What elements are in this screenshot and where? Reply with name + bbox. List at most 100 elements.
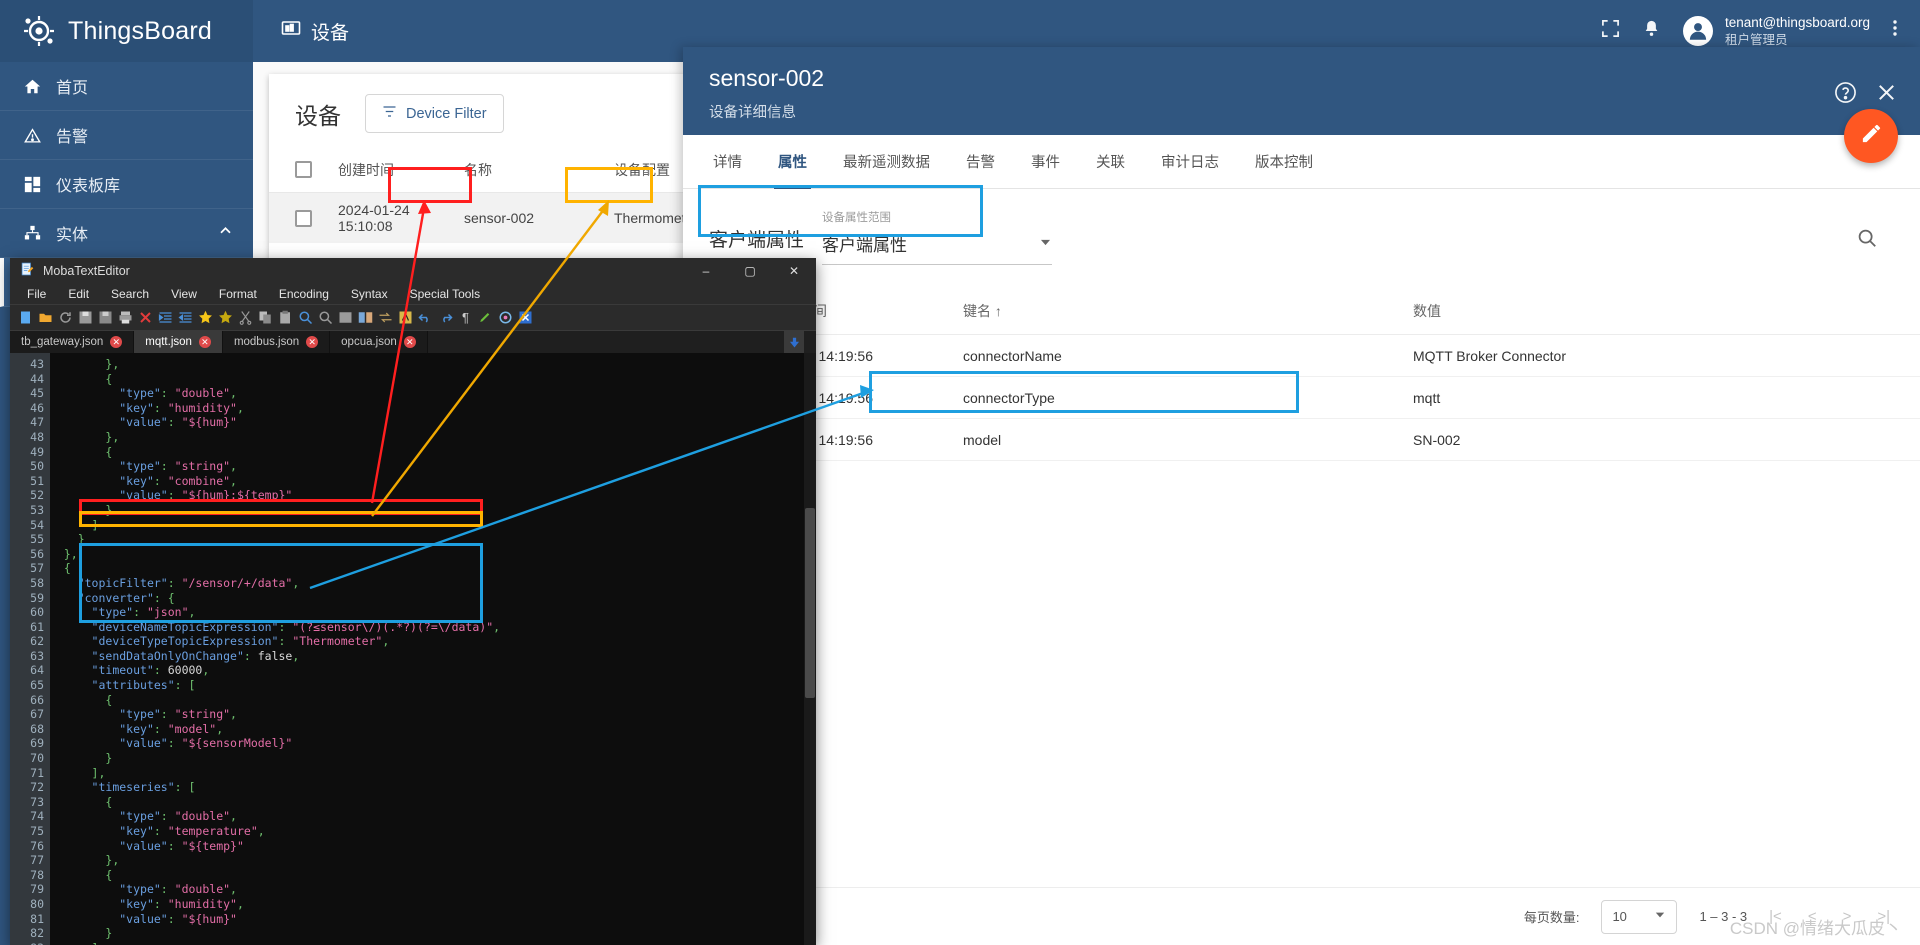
- window-titlebar[interactable]: MobaTextEditor – ▢ ✕: [10, 258, 816, 283]
- column-created[interactable]: 创建时间: [312, 160, 464, 180]
- user-menu[interactable]: tenant@thingsboard.org 租户管理员: [1682, 14, 1870, 48]
- swap-icon[interactable]: [377, 309, 394, 326]
- code-scrollbar-thumb[interactable]: [805, 508, 815, 698]
- color-picker-icon[interactable]: [497, 309, 514, 326]
- zoom-icon[interactable]: [317, 309, 334, 326]
- minimize-button[interactable]: –: [684, 258, 728, 283]
- sidebar-item-alarms[interactable]: 告警: [0, 111, 253, 160]
- maximize-button[interactable]: ▢: [728, 258, 772, 283]
- cell-value: mqtt: [1413, 389, 1441, 406]
- watermark: CSDN @情绪大瓜皮丶: [1729, 919, 1902, 938]
- file-tab[interactable]: modbus.json ✕: [222, 331, 331, 353]
- tab-alarms[interactable]: 告警: [948, 135, 1013, 188]
- close-button[interactable]: ✕: [772, 258, 816, 283]
- tab-details[interactable]: 详情: [695, 135, 760, 188]
- page-size-select[interactable]: 10: [1601, 899, 1678, 934]
- menu-edit[interactable]: Edit: [57, 287, 100, 301]
- select-block-icon[interactable]: [337, 309, 354, 326]
- open-folder-icon[interactable]: [37, 309, 54, 326]
- copy-icon[interactable]: [257, 309, 274, 326]
- edit-fab-button[interactable]: [1844, 109, 1898, 163]
- close-tab-icon[interactable]: ✕: [403, 336, 416, 348]
- close-icon[interactable]: [1875, 81, 1898, 109]
- attributes-body: 客户端属性 设备属性范围 客户端属性 最后更新时间 键名: [683, 189, 1920, 945]
- menu-syntax[interactable]: Syntax: [340, 287, 399, 301]
- cut-icon[interactable]: [237, 309, 254, 326]
- save-icon[interactable]: [77, 309, 94, 326]
- tab-relations[interactable]: 关联: [1078, 135, 1143, 188]
- bookmark-star-next-icon[interactable]: [217, 309, 234, 326]
- device-filter-button[interactable]: Device Filter: [365, 94, 504, 133]
- macro-icon[interactable]: [397, 309, 414, 326]
- column-name[interactable]: 名称: [464, 160, 614, 180]
- code-scrollbar[interactable]: [804, 353, 816, 945]
- tab-label: 审计日志: [1161, 155, 1219, 171]
- indent-icon[interactable]: [177, 309, 194, 326]
- close-tab-icon[interactable]: ✕: [110, 336, 123, 348]
- tab-attributes[interactable]: 属性: [760, 135, 825, 189]
- undo-icon[interactable]: [417, 309, 434, 326]
- code-content[interactable]: }, { "type": "double", "key": "humidity"…: [50, 353, 816, 945]
- save-all-icon[interactable]: [97, 309, 114, 326]
- close-file-icon[interactable]: [137, 309, 154, 326]
- select-all-checkbox[interactable]: [295, 161, 312, 178]
- notifications-bell-icon[interactable]: [1642, 19, 1661, 43]
- sidebar-item-home[interactable]: 首页: [0, 62, 253, 111]
- chevron-up-icon[interactable]: [218, 223, 233, 243]
- search-icon[interactable]: [1856, 227, 1878, 254]
- paste-icon[interactable]: [277, 309, 294, 326]
- table-row[interactable]: 2024-01-27 14:19:56 model SN-002: [683, 419, 1920, 461]
- chevron-down-icon[interactable]: [1039, 234, 1052, 254]
- brand-logo[interactable]: ThingsBoard: [0, 0, 253, 62]
- brand-name: ThingsBoard: [68, 16, 212, 45]
- print-icon[interactable]: [117, 309, 134, 326]
- tab-events[interactable]: 事件: [1013, 135, 1078, 188]
- column-key[interactable]: 键名 ↑: [963, 301, 1413, 321]
- fullscreen-icon[interactable]: [1601, 19, 1620, 43]
- menu-view[interactable]: View: [160, 287, 208, 301]
- code-editor[interactable]: 43 44 45 46 47 48 49 50 51 52 53 54 55 5…: [10, 353, 816, 945]
- menu-file[interactable]: File: [16, 287, 57, 301]
- help-icon[interactable]: [1834, 81, 1857, 109]
- attribute-scope-select[interactable]: 设备属性范围 客户端属性: [822, 209, 1053, 265]
- outdent-icon[interactable]: [157, 309, 174, 326]
- tab-version-control[interactable]: 版本控制: [1237, 135, 1331, 188]
- find-icon[interactable]: [297, 309, 314, 326]
- column-value[interactable]: 数值: [1413, 301, 1894, 321]
- new-file-icon[interactable]: [17, 309, 34, 326]
- close-tab-icon[interactable]: ✕: [306, 336, 319, 348]
- details-tabs: 详情 属性 最新遥测数据 告警 事件 关联 审计日志 版本控制: [683, 135, 1920, 189]
- redo-icon[interactable]: [437, 309, 454, 326]
- sidebar-item-entities[interactable]: 实体: [0, 209, 253, 258]
- file-tab[interactable]: opcua.json ✕: [330, 331, 428, 353]
- sidebar-item-dashboards[interactable]: 仪表板库: [0, 160, 253, 209]
- highlight-pen-icon[interactable]: [477, 309, 494, 326]
- scroll-tabs-down-icon[interactable]: [784, 331, 804, 355]
- blue-x-icon[interactable]: [517, 309, 534, 326]
- close-tab-icon[interactable]: ✕: [198, 336, 211, 348]
- menu-search[interactable]: Search: [100, 287, 160, 301]
- sidebar-item-label: 告警: [56, 129, 89, 146]
- compare-icon[interactable]: [357, 309, 374, 326]
- tab-label: 详情: [713, 155, 742, 171]
- tab-audit-logs[interactable]: 审计日志: [1143, 135, 1237, 188]
- menu-format[interactable]: Format: [208, 287, 268, 301]
- menu-encoding[interactable]: Encoding: [268, 287, 340, 301]
- more-vertical-icon[interactable]: [1892, 18, 1898, 43]
- sidebar-item-label: 实体: [56, 227, 89, 244]
- file-tab[interactable]: mqtt.json ✕: [134, 331, 223, 353]
- row-checkbox[interactable]: [295, 209, 312, 227]
- avatar: [1682, 15, 1713, 46]
- dashboard-icon: [22, 176, 42, 193]
- device-list-title: 设备: [295, 102, 341, 129]
- reload-icon[interactable]: [57, 309, 74, 326]
- bookmark-star-icon[interactable]: [197, 309, 214, 326]
- tab-latest-telemetry[interactable]: 最新遥测数据: [825, 135, 948, 188]
- toolbar: ¶: [10, 305, 816, 331]
- table-row[interactable]: 2024-01-27 14:19:56 connectorType mqtt: [683, 377, 1920, 419]
- table-row[interactable]: 2024-01-27 14:19:56 connectorName MQTT B…: [683, 335, 1920, 377]
- file-tab[interactable]: tb_gateway.json ✕: [10, 331, 135, 353]
- menu-special-tools[interactable]: Special Tools: [399, 287, 492, 301]
- pilcrow-icon[interactable]: ¶: [457, 309, 474, 326]
- topbar-section: 设备: [281, 18, 349, 45]
